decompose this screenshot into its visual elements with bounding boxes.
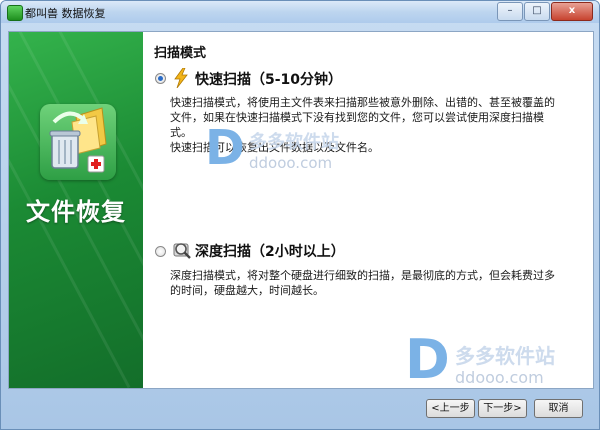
watermark-text: 多多软件站	[455, 344, 555, 368]
title-bar[interactable]: 都叫兽 数据恢复 – □ x	[1, 1, 599, 23]
quick-scan-radio[interactable]	[155, 73, 166, 84]
cancel-button[interactable]: 取消	[534, 399, 583, 418]
deep-scan-desc-line: 深度扫描模式，将对整个硬盘进行细致的扫描，是最彻底的方式，但会耗费过多	[170, 269, 555, 282]
deep-scan-radio[interactable]	[155, 246, 166, 257]
quick-scan-desc-line: 快速扫描模式，将使用主文件表来扫描那些被意外删除、出错的、甚至被覆盖的	[170, 96, 555, 109]
minimize-button[interactable]: –	[497, 2, 523, 21]
close-button[interactable]: x	[551, 2, 593, 21]
deep-scan-label[interactable]: 深度扫描（2小时以上）	[195, 241, 345, 261]
quick-scan-label[interactable]: 快速扫描（5-10分钟）	[195, 69, 342, 89]
watermark-logo-icon: D	[405, 328, 450, 391]
watermark-text: 多多软件站	[249, 132, 339, 153]
watermark-logo-icon: D	[205, 120, 245, 176]
watermark-url: ddooo.com	[249, 154, 333, 172]
wizard-panel: 文件恢复 扫描模式 快速扫描（5-10分钟） 快速扫描模式，将使用主文件表来扫描…	[8, 31, 594, 391]
watermark: D 多多软件站 ddooo.com	[205, 120, 405, 194]
back-button[interactable]: <上一步	[426, 399, 475, 418]
next-button[interactable]: 下一步>	[478, 399, 527, 418]
magnifier-disk-icon	[172, 240, 191, 259]
watermark-url: ddooo.com	[455, 368, 544, 387]
lightning-icon	[172, 67, 190, 89]
button-bar: <上一步 下一步> 取消	[8, 391, 592, 425]
watermark: D 多多软件站 ddooo.com	[405, 328, 595, 392]
app-window: 都叫兽 数据恢复 – □ x 文件恢复 扫描模式 快速扫描（5-10分钟） 快速…	[0, 0, 600, 430]
deep-scan-desc-line: 的时间，硬盘越大，时间越长。	[170, 284, 324, 297]
deep-scan-description: 深度扫描模式，将对整个硬盘进行细致的扫描，是最彻底的方式，但会耗费过多 的时间，…	[170, 268, 590, 298]
scan-mode-heading: 扫描模式	[154, 46, 207, 61]
recycle-bin-icon	[40, 104, 116, 180]
window-title: 都叫兽 数据恢复	[25, 7, 106, 20]
window-controls: – □ x	[497, 2, 593, 21]
sidebar-title: 文件恢复	[26, 198, 126, 226]
sidebar-banner: 文件恢复	[9, 32, 143, 388]
app-logo-icon	[7, 5, 23, 21]
content-area: 扫描模式 快速扫描（5-10分钟） 快速扫描模式，将使用主文件表来扫描那些被意外…	[143, 32, 593, 391]
maximize-button[interactable]: □	[524, 2, 550, 21]
